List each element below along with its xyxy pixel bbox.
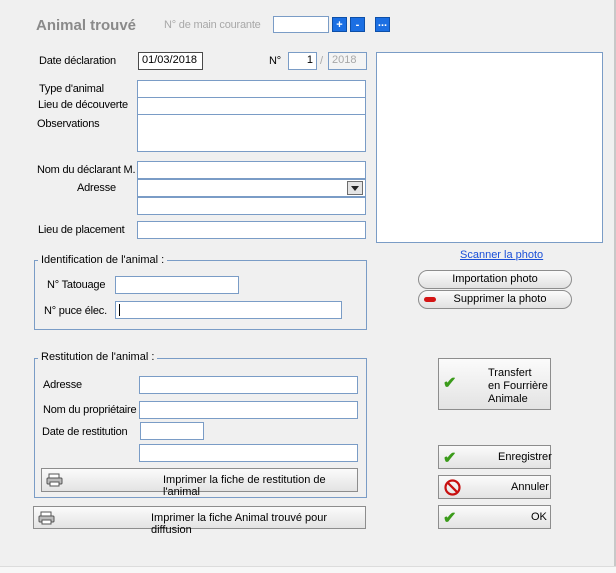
proprietaire-label: Nom du propriétaire xyxy=(43,404,137,416)
ok-label: OK xyxy=(531,511,547,523)
increment-button[interactable]: + xyxy=(332,17,347,32)
adresse-label: Adresse xyxy=(77,182,116,194)
remove-icon xyxy=(424,297,436,302)
year-input: 2018 xyxy=(328,52,367,70)
printer-icon xyxy=(46,473,64,490)
print-restitution-label: Imprimer la fiche de restitution de l'an… xyxy=(163,474,326,498)
type-animal-label: Type d'animal xyxy=(39,83,104,95)
print-diffusion-label: Imprimer la fiche Animal trouvé pour dif… xyxy=(151,512,328,536)
adresse-line2-input[interactable] xyxy=(137,197,366,215)
observations-label: Observations xyxy=(37,118,100,130)
date-declaration-input[interactable]: 01/03/2018 xyxy=(138,52,203,70)
lieu-placement-input[interactable] xyxy=(137,221,366,239)
import-photo-label: Importation photo xyxy=(452,273,538,285)
tatouage-input[interactable] xyxy=(115,276,239,294)
ok-button[interactable]: ✔ OK xyxy=(438,505,551,529)
delete-photo-button[interactable]: Supprimer la photo xyxy=(418,290,572,309)
restitution-extra-input[interactable] xyxy=(139,444,358,462)
print-restitution-button[interactable]: Imprimer la fiche de restitution de l'an… xyxy=(41,468,358,498)
identification-title: Identification de l'animal : xyxy=(38,254,168,266)
scan-photo-link[interactable]: Scanner la photo xyxy=(460,249,543,261)
adresse-select[interactable] xyxy=(137,179,366,197)
numero-separator: / xyxy=(320,55,323,67)
type-animal-input[interactable] xyxy=(137,80,366,98)
printer-icon xyxy=(38,511,56,528)
nom-declarant-label: Nom du déclarant M. xyxy=(37,164,136,176)
photo-frame xyxy=(376,52,603,243)
puce-input[interactable] xyxy=(115,301,342,319)
date-restitution-input[interactable] xyxy=(140,422,204,440)
print-diffusion-button[interactable]: Imprimer la fiche Animal trouvé pour dif… xyxy=(33,506,366,536)
text-cursor xyxy=(119,304,120,316)
restitution-title: Restitution de l'animal : xyxy=(38,351,158,363)
page-title: Animal trouvé xyxy=(36,17,137,34)
main-courante-input[interactable] xyxy=(273,16,329,33)
check-icon: ✔ xyxy=(443,510,457,527)
no-entry-icon xyxy=(444,479,461,499)
observations-textarea[interactable] xyxy=(137,114,366,152)
cancel-label: Annuler xyxy=(511,481,549,493)
check-icon: ✔ xyxy=(443,375,457,392)
puce-label: N° puce élec. xyxy=(44,305,107,317)
animal-trouve-window: Animal trouvé N° de main courante + - ..… xyxy=(0,0,616,573)
import-photo-button[interactable]: Importation photo xyxy=(418,270,572,289)
restitution-adresse-label: Adresse xyxy=(43,379,82,391)
restitution-adresse-input[interactable] xyxy=(139,376,358,394)
transfert-line3: Animale xyxy=(488,393,528,405)
decrement-button[interactable]: - xyxy=(350,17,365,32)
proprietaire-input[interactable] xyxy=(139,401,358,419)
lieu-placement-label: Lieu de placement xyxy=(38,224,125,236)
numero-label: N° xyxy=(269,55,281,67)
tatouage-label: N° Tatouage xyxy=(47,279,106,291)
date-restitution-label: Date de restitution xyxy=(42,426,128,438)
window-bottom-border xyxy=(0,566,616,573)
main-courante-label: N° de main courante xyxy=(164,19,261,31)
lieu-decouverte-input[interactable] xyxy=(137,97,366,115)
save-button[interactable]: ✔ Enregistrer xyxy=(438,445,552,469)
transfert-line1: Transfert xyxy=(488,367,532,379)
date-declaration-label: Date déclaration xyxy=(39,55,116,67)
delete-photo-label: Supprimer la photo xyxy=(453,293,547,305)
numero-input[interactable]: 1 xyxy=(288,52,317,70)
identification-group xyxy=(34,260,367,330)
save-label: Enregistrer xyxy=(498,451,552,463)
check-icon: ✔ xyxy=(443,450,457,467)
cancel-button[interactable]: Annuler xyxy=(438,475,551,499)
transfert-line2: en Fourrière xyxy=(488,380,548,392)
browse-button[interactable]: ... xyxy=(375,17,390,32)
lieu-decouverte-label: Lieu de découverte xyxy=(38,99,128,111)
nom-declarant-input[interactable] xyxy=(137,161,366,179)
transfert-fourriere-button[interactable]: ✔ Transfert en Fourrière Animale xyxy=(438,358,551,410)
dropdown-arrow-icon[interactable] xyxy=(347,181,363,195)
